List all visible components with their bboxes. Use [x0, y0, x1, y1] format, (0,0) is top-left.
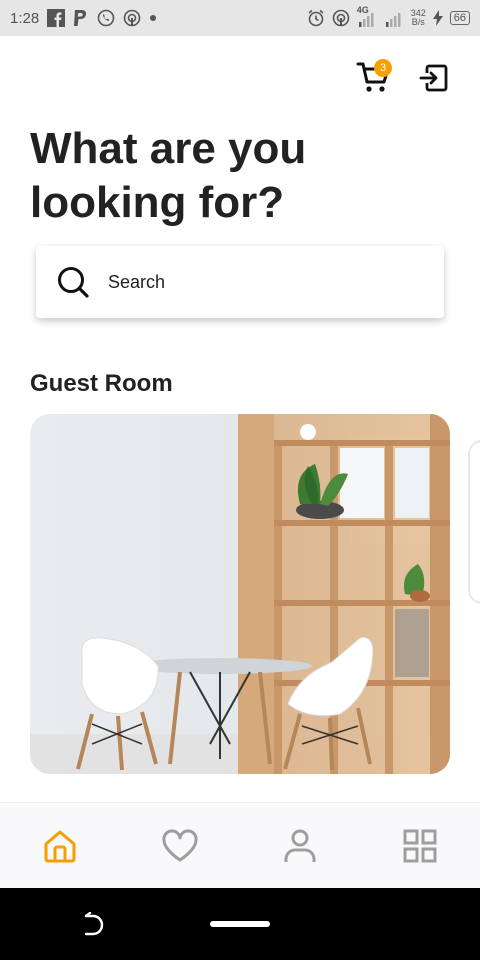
- heart-icon: [162, 829, 198, 862]
- status-right: 4G 342 B/s 66: [307, 5, 470, 28]
- home-gesture-bar[interactable]: [210, 921, 270, 927]
- user-icon: [284, 829, 316, 862]
- alarm-icon: [307, 9, 325, 27]
- section-title: Guest Room: [30, 370, 173, 397]
- signal-bars-icon: [384, 8, 404, 28]
- system-navigation-bar: [0, 888, 480, 960]
- signal-4g-icon: 4G: [356, 5, 377, 28]
- header-actions: 3: [354, 58, 452, 98]
- nav-menu[interactable]: [390, 816, 450, 876]
- grid-icon: [403, 829, 437, 863]
- battery-indicator: 66: [449, 11, 470, 25]
- notification-dot-icon: [149, 14, 157, 22]
- back-gesture-icon[interactable]: [80, 912, 106, 938]
- cart-count-badge: 3: [374, 59, 392, 77]
- network-speed-unit: B/s: [411, 17, 425, 27]
- nav-home[interactable]: [30, 816, 90, 876]
- logout-button[interactable]: [416, 58, 452, 98]
- facebook-icon: [47, 9, 66, 27]
- search-input[interactable]: [106, 270, 410, 294]
- next-card-peek[interactable]: [468, 440, 480, 604]
- status-time: 1:28: [10, 9, 40, 27]
- guest-room-image: [30, 414, 450, 774]
- nav-profile[interactable]: [270, 816, 330, 876]
- guest-room-card[interactable]: [30, 414, 450, 774]
- network-speed: 342 B/s: [411, 9, 426, 27]
- hotspot-signal-icon: [332, 9, 350, 27]
- status-bar: 1:28 4G 342 B/s 66: [0, 0, 480, 36]
- whatsapp-icon: [97, 9, 115, 27]
- signal-4g-label: 4G: [356, 5, 369, 15]
- page-title: What are you looking for?: [30, 122, 450, 230]
- status-left: 1:28: [10, 9, 157, 27]
- cart-button[interactable]: 3: [354, 58, 394, 98]
- search-bar[interactable]: [36, 246, 444, 318]
- logout-icon: [419, 64, 448, 92]
- home-icon: [44, 830, 76, 863]
- bottom-navigation: [0, 802, 480, 889]
- page-title-line2: looking for?: [30, 178, 285, 227]
- search-icon: [58, 267, 89, 298]
- hotspot-icon: [123, 9, 141, 27]
- charging-icon: [432, 10, 443, 26]
- app-screen: 3 What are you looking for? Guest Room: [0, 36, 480, 889]
- page-title-line1: What are you: [30, 124, 307, 173]
- paypal-icon: [73, 9, 89, 27]
- nav-favorites[interactable]: [150, 816, 210, 876]
